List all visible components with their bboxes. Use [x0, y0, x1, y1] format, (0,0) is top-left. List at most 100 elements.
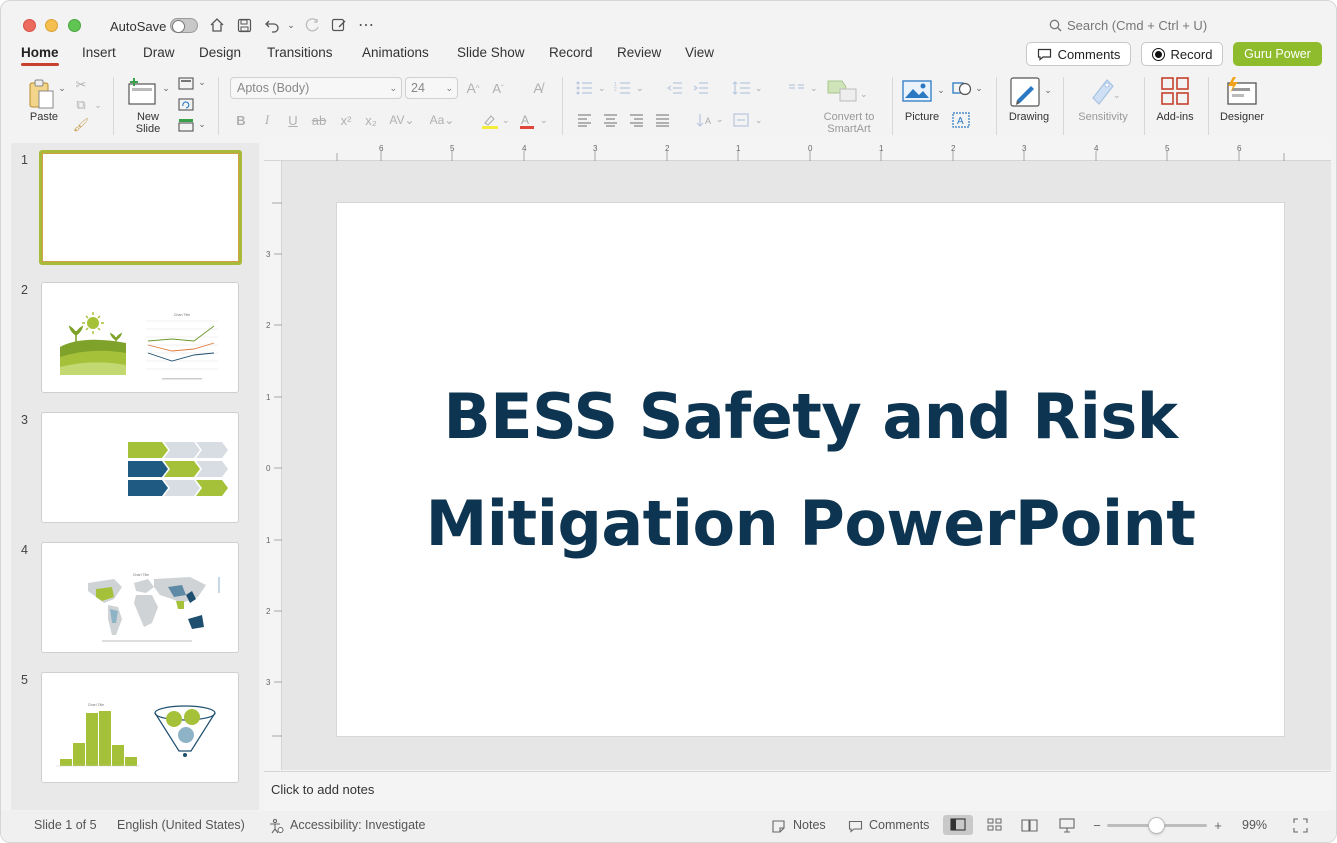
minimize-window-button[interactable] [45, 19, 58, 32]
quick-edit-icon[interactable] [329, 15, 349, 35]
strikethrough-icon[interactable]: ab [311, 112, 327, 128]
tab-slide-show[interactable]: Slide Show [457, 45, 525, 60]
slide-thumbnail-3[interactable] [41, 412, 239, 523]
layout-chevron-icon[interactable]: ⌄ [197, 77, 207, 88]
underline-icon[interactable]: U [286, 112, 300, 128]
tab-transitions[interactable]: Transitions [267, 45, 333, 60]
picture-icon[interactable] [901, 77, 933, 105]
picture-chevron-icon[interactable]: ⌄ [936, 85, 946, 96]
cut-icon[interactable]: ✂ [73, 77, 89, 93]
convert-to-smartart-icon[interactable]: ⌄ [826, 77, 868, 105]
align-right-icon[interactable] [627, 111, 645, 129]
save-icon[interactable] [234, 15, 254, 35]
close-window-button[interactable] [23, 19, 36, 32]
align-center-icon[interactable] [601, 111, 619, 129]
numbering-icon[interactable]: 1 2 ⌄ [613, 79, 645, 97]
add-ins-icon[interactable] [1158, 75, 1192, 107]
new-slide-icon[interactable] [126, 75, 158, 107]
sensitivity-icon[interactable]: ⌄ [1086, 75, 1120, 107]
designer-icon[interactable] [1223, 75, 1259, 107]
slide-thumbnail-2[interactable]: Chart Title [41, 282, 239, 393]
zoom-out-icon[interactable]: − [1088, 816, 1106, 834]
layout-icon[interactable] [177, 75, 195, 91]
notes-toggle[interactable]: Notes [793, 818, 826, 832]
zoom-slider-handle[interactable] [1148, 817, 1165, 834]
tab-view[interactable]: View [685, 45, 714, 60]
slide-title[interactable]: BESS Safety and Risk Mitigation PowerPoi… [401, 363, 1221, 577]
undo-dropdown-chevron-icon[interactable]: ⌄ [281, 15, 301, 35]
tab-record[interactable]: Record [549, 45, 593, 60]
character-spacing-icon[interactable]: AV⌄ [388, 112, 416, 128]
notes-icon[interactable] [769, 817, 787, 835]
guru-power-button[interactable]: Guru Power [1233, 42, 1322, 66]
bullets-icon[interactable]: ⌄ [575, 79, 607, 97]
bold-icon[interactable]: B [234, 112, 248, 128]
zoom-level[interactable]: 99% [1242, 818, 1267, 832]
align-text-icon[interactable]: ⌄ [732, 111, 766, 129]
section-chevron-icon[interactable]: ⌄ [197, 119, 207, 130]
section-icon[interactable] [177, 117, 195, 133]
change-case-icon[interactable]: Aa⌄ [427, 112, 457, 128]
subscript-icon[interactable]: x₂ [363, 112, 379, 128]
zoom-window-button[interactable] [68, 19, 81, 32]
new-slide-chevron-icon[interactable]: ⌄ [161, 83, 171, 94]
record-button[interactable]: Record [1141, 42, 1223, 66]
redo-icon[interactable] [302, 15, 322, 35]
slide-editor[interactable]: 6 5 4 3 2 1 0 1 2 3 4 5 6 3 2 1 0 1 2 3 … [264, 143, 1331, 770]
home-icon[interactable] [207, 15, 227, 35]
highlight-color-icon[interactable]: ⌄ [479, 112, 511, 130]
language-status[interactable]: English (United States) [117, 818, 245, 832]
text-direction-icon[interactable]: A ⌄ [695, 111, 727, 129]
italic-icon[interactable]: I [260, 112, 274, 128]
font-size-select[interactable]: 24 ⌄ [405, 77, 458, 99]
slide-thumbnail-4[interactable]: Chart Title [41, 542, 239, 653]
slide-thumbnail-5[interactable]: Chart Title [41, 672, 239, 783]
accessibility-icon[interactable] [267, 817, 285, 835]
accessibility-status[interactable]: Accessibility: Investigate [290, 818, 425, 832]
drawing-icon[interactable] [1008, 75, 1042, 109]
slide-sorter-icon[interactable] [986, 816, 1004, 834]
format-painter-icon[interactable]: 🖌 [73, 117, 90, 133]
align-left-icon[interactable] [575, 111, 593, 129]
paste-icon[interactable] [25, 77, 59, 111]
decrease-indent-icon[interactable] [666, 79, 684, 97]
zoom-in-icon[interactable]: + [1209, 816, 1227, 834]
tab-insert[interactable]: Insert [82, 45, 116, 60]
copy-dropdown-chevron-icon[interactable]: ⌄ [93, 99, 103, 111]
columns-icon[interactable]: ⌄ [787, 79, 821, 97]
slide-thumbnail-1[interactable] [39, 150, 242, 265]
search-box[interactable]: Search (Cmd + Ctrl + U) [1049, 18, 1207, 33]
decrease-font-size-icon[interactable]: Aˇ [489, 79, 507, 97]
font-color-icon[interactable]: A ⌄ [517, 112, 549, 130]
tab-review[interactable]: Review [617, 45, 661, 60]
comments-toggle[interactable]: Comments [869, 818, 929, 832]
tab-home[interactable]: Home [21, 45, 59, 66]
justify-icon[interactable] [653, 111, 671, 129]
shapes-chevron-icon[interactable]: ⌄ [974, 83, 984, 94]
tab-design[interactable]: Design [199, 45, 241, 60]
slide-show-icon[interactable] [1058, 816, 1076, 834]
undo-icon[interactable] [262, 15, 282, 35]
text-box-icon[interactable]: A [951, 111, 971, 129]
copy-icon[interactable]: ⧉ [73, 97, 89, 113]
fit-to-window-icon[interactable] [1291, 816, 1309, 834]
line-spacing-icon[interactable]: ⌄ [731, 79, 765, 97]
clear-formatting-icon[interactable]: A̸ [529, 79, 547, 97]
more-options-icon[interactable]: ⋯ [356, 15, 376, 35]
reset-slide-icon[interactable] [177, 96, 195, 112]
notes-placeholder[interactable]: Click to add notes [271, 782, 374, 797]
font-name-select[interactable]: Aptos (Body) ⌄ [230, 77, 402, 99]
superscript-icon[interactable]: x² [338, 112, 354, 128]
reading-view-icon[interactable] [1021, 816, 1039, 834]
comments-button[interactable]: Comments [1026, 42, 1131, 66]
tab-animations[interactable]: Animations [362, 45, 429, 60]
drawing-chevron-icon[interactable]: ⌄ [1043, 85, 1053, 96]
increase-font-size-icon[interactable]: A ^ [464, 79, 482, 97]
shapes-icon[interactable] [951, 79, 973, 99]
autosave-toggle[interactable] [170, 18, 198, 33]
slide-canvas[interactable]: BESS Safety and Risk Mitigation PowerPoi… [337, 203, 1284, 736]
normal-view-button[interactable] [943, 815, 973, 835]
paste-dropdown-chevron-icon[interactable]: ⌄ [57, 83, 67, 94]
slide-thumbnails-panel[interactable]: 1 2 Chart Title 3 4 Chart Title 5 Chart … [11, 143, 259, 810]
comments-icon[interactable] [846, 817, 864, 835]
